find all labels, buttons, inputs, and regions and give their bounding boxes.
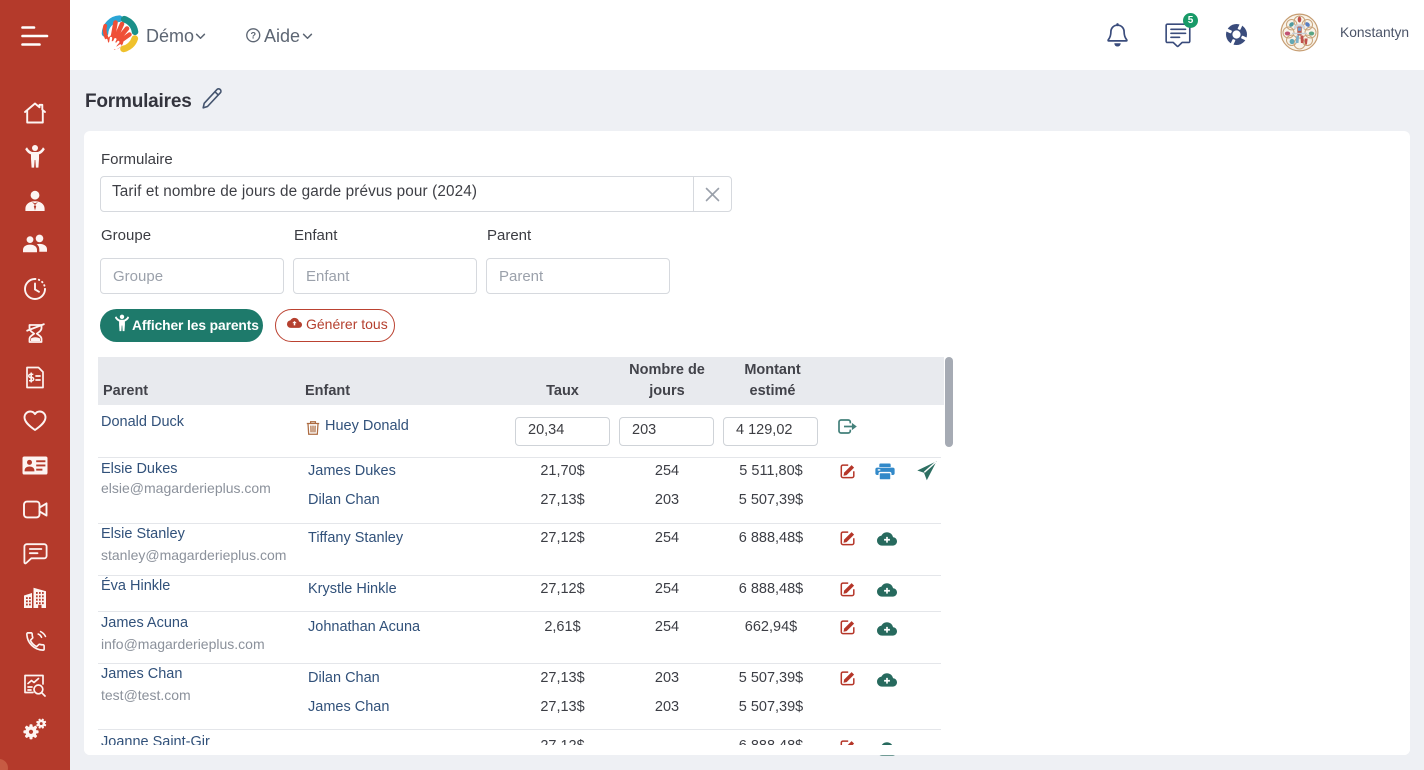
svg-text:?: ? [250, 30, 256, 40]
